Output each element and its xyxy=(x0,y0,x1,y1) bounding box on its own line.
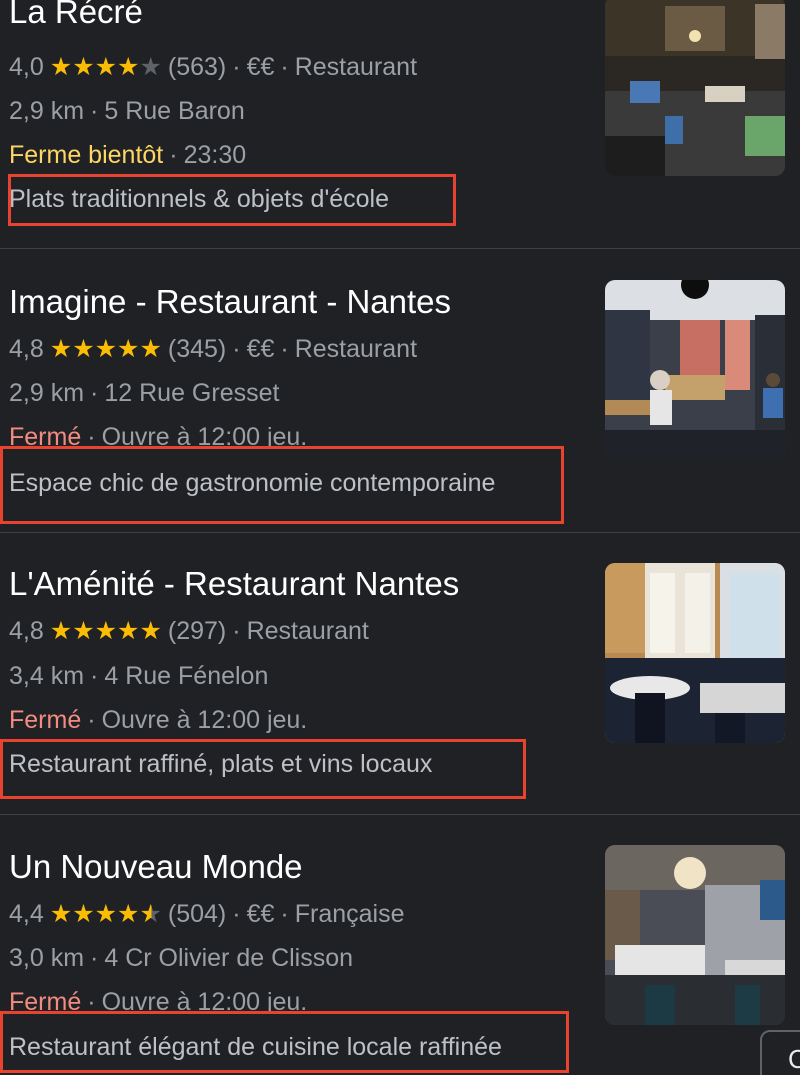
place-photo[interactable] xyxy=(605,0,785,176)
star-icon: ★ xyxy=(49,617,73,645)
corner-button[interactable]: C xyxy=(760,1030,800,1075)
result-card-imagine[interactable]: Imagine - Restaurant - Nantes 4,8 ★★★★★ (3… xyxy=(0,274,800,556)
hours-line: Fermé · Ouvre à 12:00 jeu. xyxy=(9,990,307,1011)
hours: Ouvre à 12:00 jeu. xyxy=(101,425,308,446)
review-count[interactable]: (345) xyxy=(168,335,226,363)
star-rating-icons: ★★★★★ xyxy=(50,902,162,927)
category: Restaurant xyxy=(294,53,418,81)
hours-line: Ferme bientôt · 23:30 xyxy=(9,141,247,169)
distance-address-line: 2,9 km · 12 Rue Gresset xyxy=(9,379,280,407)
category: Française xyxy=(294,900,405,928)
place-name[interactable]: Un Nouveau Monde xyxy=(9,850,303,883)
star-icon: ★ xyxy=(72,53,95,81)
star-icon: ★ xyxy=(72,900,95,928)
distance-address-line: 2,9 km · 5 Rue Baron xyxy=(9,97,245,125)
star-icon: ★ xyxy=(139,617,162,645)
review-count[interactable]: (504) xyxy=(168,900,226,928)
star-icon: ★ xyxy=(117,617,140,645)
star-icon: ★ xyxy=(49,335,73,363)
rating-line: 4,4 ★★★★★ (504) · €€ · Française xyxy=(9,900,405,928)
restaurant-window-tables-photo xyxy=(605,563,785,743)
open-status: Fermé xyxy=(9,990,82,1011)
category: Restaurant xyxy=(246,617,369,645)
place-photo[interactable] xyxy=(605,563,785,743)
rating-value: 4,4 xyxy=(9,900,44,928)
distance: 3,0 km xyxy=(9,944,85,972)
star-icon: ★ xyxy=(49,900,73,928)
price-level: €€ xyxy=(246,900,275,928)
restaurant-interior-photo xyxy=(605,0,785,176)
star-icon: ★ xyxy=(117,53,140,81)
star-rating-icons: ★★★★★ xyxy=(50,619,162,644)
star-icon: ★ xyxy=(94,617,118,645)
price-level: €€ xyxy=(246,335,275,363)
star-rating-icons: ★★★★★ xyxy=(50,337,162,362)
distance-address-line: 3,0 km · 4 Cr Olivier de Clisson xyxy=(9,944,354,972)
hours: Ouvre à 12:00 jeu. xyxy=(101,990,308,1011)
place-photo[interactable] xyxy=(605,845,785,1025)
divider xyxy=(0,532,800,533)
distance-address-line: 3,4 km · 4 Rue Fénelon xyxy=(9,662,269,690)
category: Restaurant xyxy=(294,335,418,363)
place-name[interactable]: Imagine - Restaurant - Nantes xyxy=(9,285,451,318)
star-icon: ★ xyxy=(94,53,118,81)
highlight-box xyxy=(0,739,526,799)
place-name[interactable]: La Récré xyxy=(9,0,143,28)
place-name[interactable]: L'Aménité - Restaurant Nantes xyxy=(9,567,459,600)
restaurant-chandelier-photo xyxy=(605,845,785,1025)
open-status: Fermé xyxy=(9,425,82,446)
highlight-box xyxy=(0,446,564,524)
star-empty-icon: ★ xyxy=(139,53,162,81)
star-icon: ★ xyxy=(49,53,73,81)
star-icon: ★ xyxy=(94,900,118,928)
review-count[interactable]: (563) xyxy=(168,53,226,81)
distance: 3,4 km xyxy=(9,662,85,690)
open-status: Fermé xyxy=(9,706,82,734)
rating-line: 4,8 ★★★★★ (297) · Restaurant xyxy=(9,617,369,645)
rating-line: 4,8 ★★★★★ (345) · €€ · Restaurant xyxy=(9,335,418,363)
star-icon: ★ xyxy=(139,335,162,363)
rating-line: 4,0 ★★★★★ (563) · €€ · Restaurant xyxy=(9,53,418,81)
result-card-amenite[interactable]: L'Aménité - Restaurant Nantes 4,8 ★★★★★ (2… xyxy=(0,556,800,838)
hours-line: Fermé · Ouvre à 12:00 jeu. xyxy=(9,425,307,446)
open-status: Ferme bientôt xyxy=(9,141,164,169)
review-count[interactable]: (297) xyxy=(168,617,226,645)
star-half-icon: ★ xyxy=(139,900,162,928)
rating-value: 4,8 xyxy=(9,617,44,645)
price-level: €€ xyxy=(246,53,275,81)
star-icon: ★ xyxy=(117,900,140,928)
address: 12 Rue Gresset xyxy=(104,379,280,407)
address: 4 Cr Olivier de Clisson xyxy=(104,944,354,972)
hours: Ouvre à 12:00 jeu. xyxy=(101,706,308,734)
rating-value: 4,0 xyxy=(9,53,44,81)
hours: 23:30 xyxy=(183,141,247,169)
place-photo[interactable] xyxy=(605,280,785,460)
restaurant-dining-room-photo xyxy=(605,280,785,460)
rating-value: 4,8 xyxy=(9,335,44,363)
hours-line: Fermé · Ouvre à 12:00 jeu. xyxy=(9,706,308,734)
highlight-box xyxy=(0,1011,569,1073)
address: 5 Rue Baron xyxy=(104,97,245,125)
highlight-box xyxy=(8,174,456,226)
star-icon: ★ xyxy=(94,335,118,363)
results-list: La Récré 4,0 ★★★★★ (563) · €€ · Restaurant 2,9… xyxy=(0,0,800,1075)
result-card-la-recre[interactable]: La Récré 4,0 ★★★★★ (563) · €€ · Restaurant 2,9… xyxy=(0,0,800,274)
divider xyxy=(0,814,800,815)
star-icon: ★ xyxy=(72,335,95,363)
result-card-un-nouveau-monde[interactable]: Un Nouveau Monde 4,4 ★★★★★ (504) · €€ · França… xyxy=(0,837,800,1075)
star-icon: ★ xyxy=(117,335,140,363)
star-rating-icons: ★★★★★ xyxy=(50,55,162,80)
distance: 2,9 km xyxy=(9,97,85,125)
divider xyxy=(0,248,800,249)
address: 4 Rue Fénelon xyxy=(104,662,269,690)
distance: 2,9 km xyxy=(9,379,85,407)
star-icon: ★ xyxy=(72,617,95,645)
